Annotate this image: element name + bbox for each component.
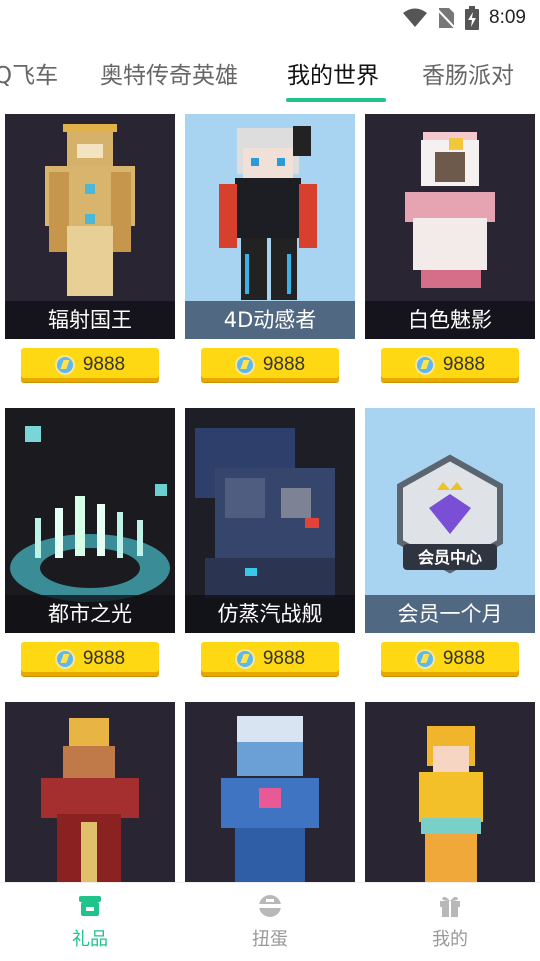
- active-tab-indicator: [286, 98, 386, 102]
- price: 9888: [82, 648, 126, 669]
- product-card[interactable]: [185, 702, 355, 882]
- nav-label: 扭蛋: [252, 929, 288, 950]
- nav-item-mine[interactable]: 我的: [390, 893, 510, 951]
- price-button[interactable]: 9888: [381, 348, 519, 382]
- product-image: [365, 702, 535, 882]
- product-name: 会员一个月: [365, 595, 535, 633]
- price-button[interactable]: 9888: [201, 348, 339, 382]
- price-button[interactable]: 9888: [21, 348, 159, 382]
- nav-item-gifts[interactable]: 礼品: [30, 893, 150, 951]
- status-bar: 8:09: [0, 0, 540, 36]
- wifi-icon: [403, 8, 428, 27]
- tab-ultraman[interactable]: 奥特传奇英雄: [100, 56, 238, 90]
- coin-icon: [414, 649, 435, 669]
- status-icons: 8:09: [403, 6, 526, 30]
- price-button[interactable]: 9888: [21, 642, 159, 676]
- no-sim-icon: [437, 8, 456, 29]
- shop-icon: [79, 896, 101, 916]
- capsule-icon: [259, 895, 281, 917]
- tab-minecraft[interactable]: 我的世界: [287, 56, 379, 90]
- nav-label: 礼品: [72, 929, 108, 950]
- price: 9888: [82, 354, 126, 375]
- coin-icon: [54, 649, 75, 669]
- product-card[interactable]: 会员中心 会员一个月: [365, 408, 535, 633]
- product-name: 4D动感者: [185, 301, 355, 339]
- status-time: 8:09: [489, 7, 526, 28]
- nav-label: 我的: [432, 929, 468, 950]
- price-button[interactable]: 9888: [381, 642, 519, 676]
- product-card[interactable]: [5, 702, 175, 882]
- product-name: 辐射国王: [5, 301, 175, 339]
- product-card[interactable]: 辐射国王: [5, 114, 175, 339]
- vip-badge-text: 会员中心: [418, 548, 482, 567]
- gift-icon: [440, 896, 460, 917]
- bottom-nav: 礼品 扭蛋 我的: [0, 882, 540, 961]
- price: 9888: [262, 354, 306, 375]
- coin-icon: [54, 355, 75, 375]
- coin-icon: [414, 355, 435, 375]
- product-card[interactable]: 仿蒸汽战舰: [185, 408, 355, 633]
- tab-qfeiche[interactable]: Q飞车: [0, 56, 58, 90]
- product-image: [185, 702, 355, 882]
- product-name: 都市之光: [5, 595, 175, 633]
- nav-item-capsule[interactable]: 扭蛋: [210, 893, 330, 951]
- product-card[interactable]: 都市之光: [5, 408, 175, 633]
- coin-icon: [234, 355, 255, 375]
- product-card[interactable]: 白色魅影: [365, 114, 535, 339]
- price-button[interactable]: 9888: [201, 642, 339, 676]
- battery-charging-icon: [465, 6, 480, 30]
- product-card[interactable]: [365, 702, 535, 882]
- product-card[interactable]: 4D动感者: [185, 114, 355, 339]
- tab-sausage-party[interactable]: 香肠派对: [422, 56, 514, 90]
- product-image: [5, 702, 175, 882]
- coin-icon: [234, 649, 255, 669]
- product-name: 白色魅影: [365, 301, 535, 339]
- price: 9888: [442, 354, 486, 375]
- price: 9888: [262, 648, 306, 669]
- category-tabs: Q飞车 奥特传奇英雄 我的世界 香肠派对: [0, 50, 540, 106]
- price: 9888: [442, 648, 486, 669]
- product-name: 仿蒸汽战舰: [185, 595, 355, 633]
